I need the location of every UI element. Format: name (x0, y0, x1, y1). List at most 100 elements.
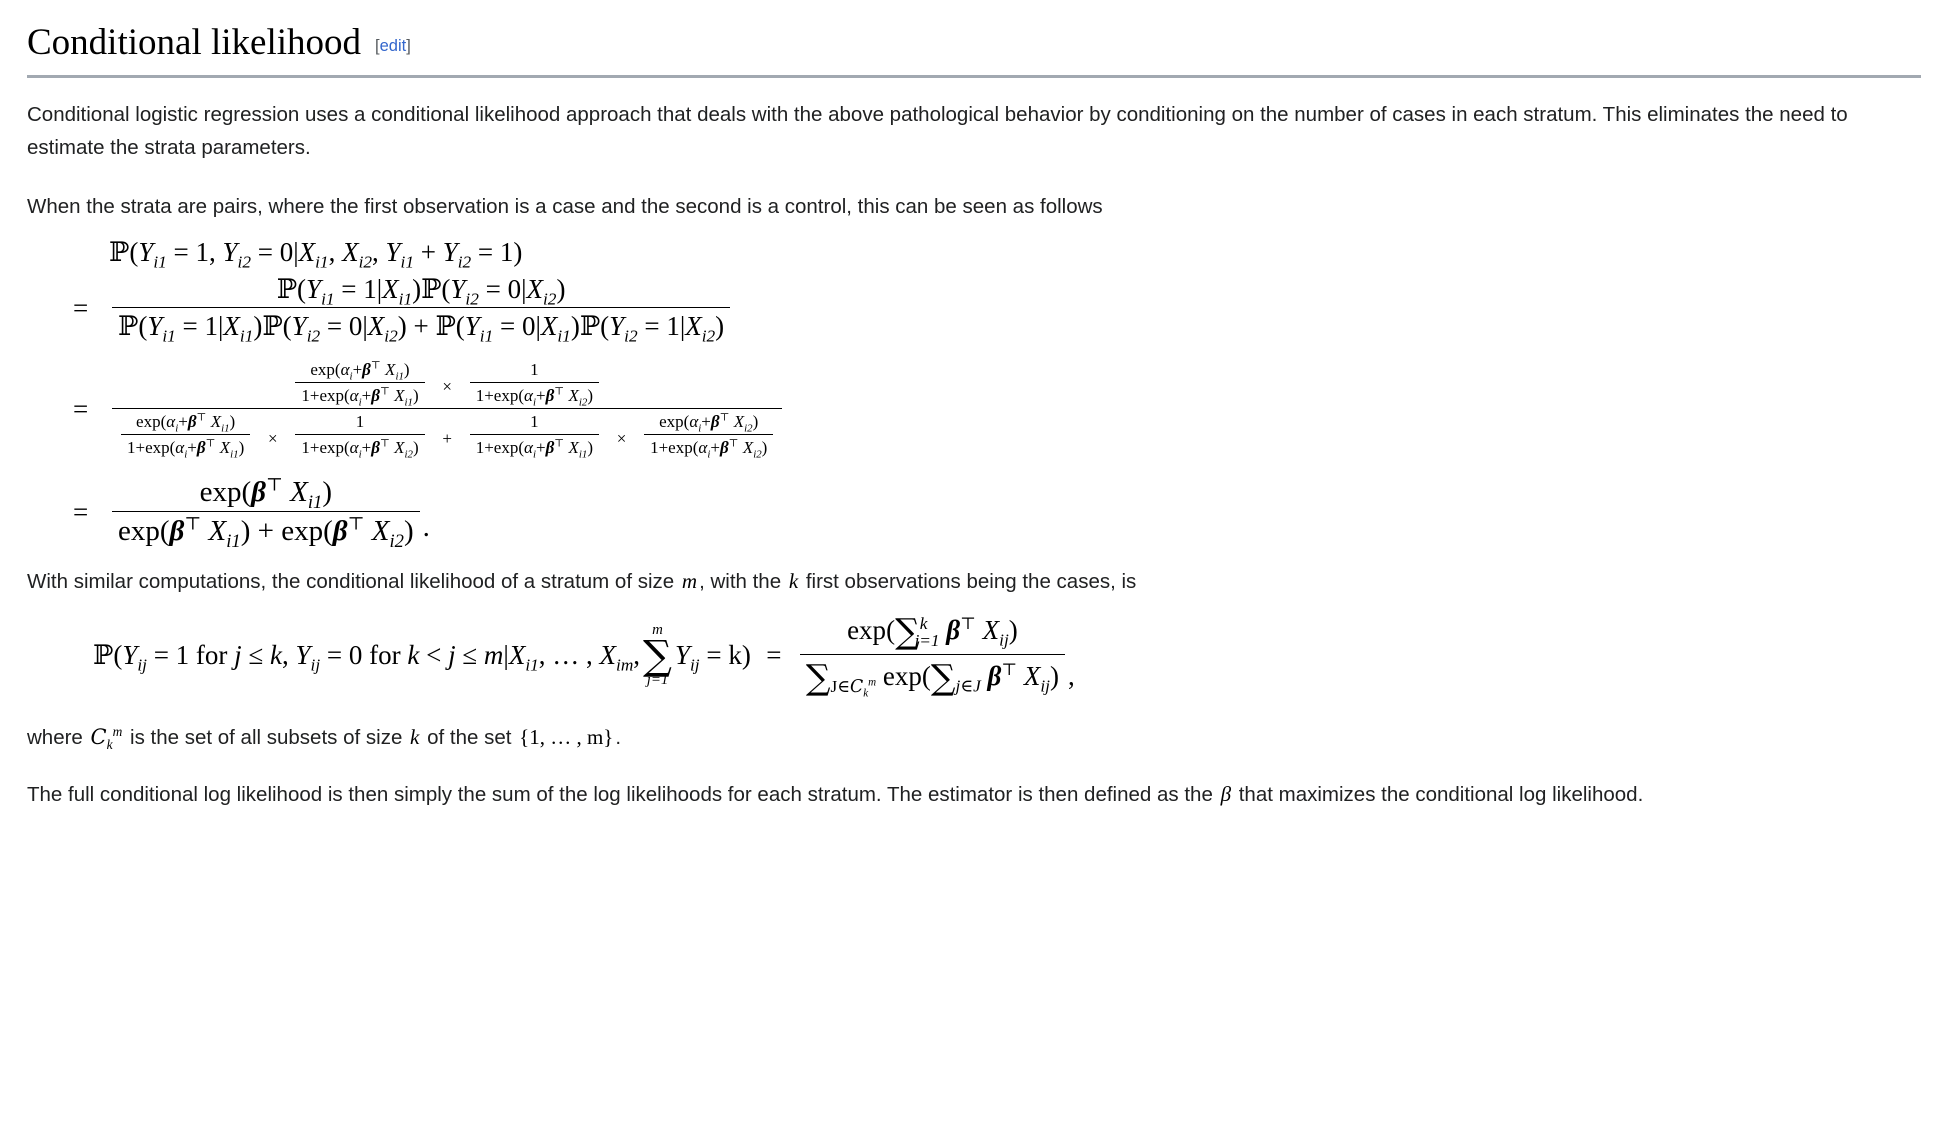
lt-sign: < (426, 639, 442, 670)
plus-sign-3: + (442, 429, 452, 449)
C-inline-sup: m (112, 724, 123, 740)
equation-line-2: = ℙ(Yi1 = 1|Xi1)ℙ(Yi2 = 0|Xi2) ℙ(Yi1 = 1… (73, 274, 1921, 345)
sub-i2c: i2 (457, 252, 472, 272)
sub-i1-gen: i1 (525, 655, 539, 675)
equation-line-3: = exp(αi+β⊤ Xi1) 1+exp(αi+β⊤ Xi1) × 1 1+… (73, 360, 1921, 460)
similar-text-c: first observations being the cases, is (805, 570, 1137, 594)
var-k-inline: k (788, 569, 799, 594)
sub-i2b: i2 (358, 252, 372, 272)
var-j-2: j (448, 639, 456, 670)
edit-close-bracket: ] (406, 37, 411, 55)
where-clause-paragraph: where Ckm is the set of all subsets of s… (27, 720, 1921, 754)
logistic-fraction: exp(αi+β⊤ Xi1) 1+exp(αi+β⊤ Xi1) × 1 1+ex… (112, 360, 783, 460)
simplified-denominator: exp(β⊤ Xi1) + exp(β⊤ Xi2) (112, 511, 420, 551)
sub-ij-den: ij (1040, 676, 1050, 696)
probability-fraction-numerator: ℙ(Yi1 = 1|Xi1)ℙ(Yi2 = 0|Xi2) (276, 274, 566, 309)
nested-frac-d2: 1 1+exp(αi+β⊤ Xi2) (295, 412, 425, 460)
conditional-likelihood-fraction: exp(∑kj=1 β⊤ Xij) ∑J∈Ckm exp(∑j∈J β⊤ Xij… (799, 612, 1065, 700)
probability-fraction-denominator: ℙ(Yi1 = 1|Xi1)ℙ(Yi2 = 0|Xi2) + ℙ(Yi1 = 0… (112, 307, 731, 345)
var-j: j (234, 639, 242, 670)
var-Y-gen: Y (122, 639, 138, 670)
inline-sum-den-inner: ∑ (930, 658, 956, 699)
edit-section-link[interactable]: edit (380, 37, 407, 55)
eq-k: = k (706, 639, 742, 670)
paren-open-2: ( (113, 639, 123, 670)
where-text-b: is the set of all subsets of size (130, 726, 403, 750)
general-lhs-tail: Yij = k) (674, 639, 751, 674)
logistic-fraction-numerator: exp(αi+β⊤ Xi1) 1+exp(αi+β⊤ Xi1) × 1 1+ex… (112, 360, 782, 408)
equals-sign-3: = (73, 393, 89, 424)
calligraphic-C-inline: Ckm (90, 724, 123, 753)
equation-line-1: ℙ(Yi1 = 1, Yi2 = 0|Xi1, Xi2, Yi1 + Yi2 =… (73, 237, 1921, 271)
eq-zero-gen: = 0 for (326, 639, 401, 670)
inline-sum-den: ∑ (805, 658, 831, 699)
summation-operator: m ∑ j=1 (643, 622, 672, 688)
inner-sum-sub: j∈J (955, 676, 981, 696)
var-X1: X (298, 237, 316, 268)
summation-symbol: ∑ (643, 630, 672, 679)
sub-ij: ij (137, 655, 147, 675)
times-sign-3: × (616, 429, 627, 449)
logistic-fraction-denominator: exp(αi+β⊤ Xi1) 1+exp(αi+β⊤ Xi1) × 1 1+ex… (112, 408, 783, 460)
inline-sum-den-sub: J∈Ckm (830, 675, 877, 700)
var-k-gen: k (270, 639, 282, 670)
equals-sign-2: = (73, 292, 89, 323)
var-Y3: Y (385, 237, 401, 268)
sub-ij-2: ij (310, 655, 321, 675)
times-sign-1: × (442, 377, 452, 397)
calligraphic-C: C (850, 676, 864, 697)
eq-one: = 1, (173, 237, 216, 268)
nested-frac-d1: exp(αi+β⊤ Xi1) 1+exp(αi+β⊤ Xi1) (121, 412, 251, 460)
sub-ij-num: ij (999, 630, 1009, 650)
edit-section-wrap: [edit] (375, 37, 411, 56)
nested-frac-n1: exp(αi+β⊤ Xi1) 1+exp(αi+β⊤ Xi1) (295, 360, 425, 408)
var-X-im: X (599, 639, 617, 670)
similar-text-b: , with the (699, 570, 782, 594)
prob-symbol-2: ℙ (93, 639, 114, 671)
var-k-gen-2: k (407, 639, 420, 670)
comma-gen: , (282, 639, 289, 670)
eq-one-b: = 1 (477, 237, 514, 268)
sub-i1b: i1 (315, 252, 329, 272)
equation-pair-derivation: ℙ(Yi1 = 1, Yi2 = 0|Xi1, Xi2, Yi1 + Yi2 =… (27, 237, 1921, 551)
transpose-num: ⊤ (960, 614, 976, 634)
eq-one-gen: = 1 for (153, 639, 228, 670)
leq-sign-2: ≤ (462, 639, 478, 670)
nested-frac-d3: 1 1+exp(αi+β⊤ Xi1) (469, 412, 599, 460)
var-X-num: X (982, 615, 1000, 646)
paren-close: ) (513, 237, 523, 268)
prob-symbol: ℙ (109, 237, 130, 269)
var-Y: Y (138, 237, 154, 268)
equation-general-stratum: ℙ(Yij = 1 for j ≤ k, Yij = 0 for k < j ≤… (27, 612, 1921, 698)
exp-label-num: exp (847, 615, 887, 646)
final-text-a: The full conditional log likelihood is t… (27, 782, 1213, 806)
comma-1: , (328, 237, 336, 268)
C-sup-m: m (868, 675, 877, 688)
sub-i1c: i1 (400, 252, 414, 272)
var-m-gen: m (483, 639, 504, 670)
var-k-where: k (410, 725, 420, 750)
equals-sign-4: = (73, 496, 89, 527)
where-text-c: of the set (427, 726, 512, 750)
cl-numerator: exp(∑kj=1 β⊤ Xij) (847, 612, 1018, 653)
beta-inline: β (1220, 781, 1232, 806)
eq-zero: = 0 (257, 237, 294, 268)
comma-gen-2: , (633, 639, 641, 670)
transpose-den: ⊤ (1001, 660, 1018, 680)
similar-text-a: With similar computations, the condition… (27, 570, 675, 594)
times-sign-2: × (268, 429, 278, 449)
sub-i2: i2 (237, 252, 251, 272)
similar-computations-paragraph: With similar computations, the condition… (27, 564, 1921, 598)
final-paragraph: The full conditional log likelihood is t… (27, 777, 1921, 811)
var-Y-gen-2: Y (295, 639, 311, 670)
equation-line-4: = exp(β⊤ Xi1) exp(β⊤ Xi1) + exp(β⊤ Xi2) … (73, 476, 1921, 551)
var-X2: X (342, 237, 359, 268)
var-Y-sum: Y (674, 639, 690, 670)
exp-label-den: exp (882, 661, 922, 692)
where-text-a: where (27, 726, 83, 750)
ellipsis: , … , (538, 639, 593, 670)
plus-sign: + (420, 237, 436, 268)
equation-line-general: ℙ(Yij = 1 for j ≤ k, Yij = 0 for k < j ≤… (93, 612, 1921, 698)
comma-2: , (372, 237, 379, 268)
var-m-inline: m (681, 569, 698, 594)
